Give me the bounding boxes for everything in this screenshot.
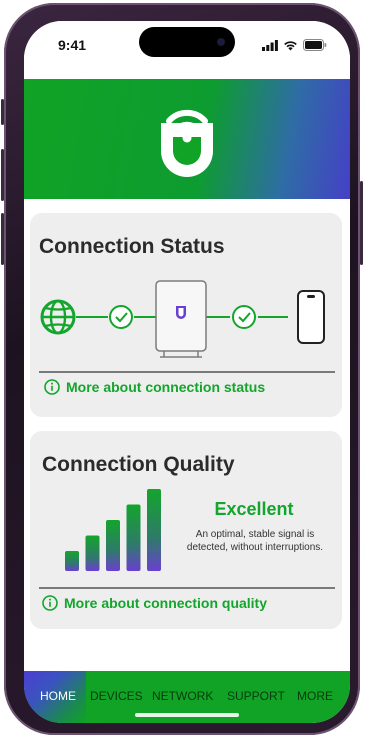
battery-icon <box>303 39 327 51</box>
content-area: Connection Status More about connection … <box>24 199 350 671</box>
status-divider <box>39 371 335 373</box>
info-icon <box>44 379 60 395</box>
router-icon <box>155 280 207 358</box>
cellular-signal-icon <box>262 39 278 51</box>
nav-network[interactable]: NETWORK <box>152 689 213 703</box>
wifi-icon <box>284 40 297 50</box>
phone-icon <box>297 290 325 344</box>
check-icon <box>232 305 256 329</box>
connection-diagram <box>40 280 325 358</box>
globe-icon <box>40 299 76 335</box>
info-icon <box>42 595 58 611</box>
more-connection-status-label: More about connection status <box>66 379 266 395</box>
more-connection-quality-link[interactable]: More about connection quality <box>42 595 267 611</box>
connection-status-title: Connection Status <box>39 235 225 258</box>
connection-quality-card: Connection Quality Excellent An optimal,… <box>30 431 342 629</box>
signal-bar <box>106 520 120 571</box>
camera-icon <box>217 38 225 46</box>
signal-bar <box>85 535 100 571</box>
quality-divider <box>39 587 335 589</box>
status-time: 9:41 <box>58 37 87 53</box>
more-connection-quality-label: More about connection quality <box>64 595 268 611</box>
signal-bar <box>65 551 79 571</box>
signal-strength-bars <box>65 489 161 571</box>
volume-down-button <box>1 213 4 265</box>
status-bar: 9:41 <box>24 21 350 79</box>
nav-home[interactable]: HOME <box>40 689 76 703</box>
more-connection-status-link[interactable]: More about connection status <box>44 379 265 395</box>
nav-more[interactable]: MORE <box>297 689 333 703</box>
mute-switch <box>1 99 4 125</box>
signal-bar <box>147 489 161 571</box>
check-icon <box>109 305 133 329</box>
connection-status-card: Connection Status More about connection … <box>30 213 342 417</box>
phone-frame: 9:41 Connection Status More about connec… <box>1 3 363 735</box>
quality-level: Excellent <box>214 499 294 519</box>
status-icons <box>262 39 327 51</box>
app-logo <box>161 109 213 177</box>
home-indicator <box>135 713 239 717</box>
app-header <box>24 79 350 199</box>
quality-description: An optimal, stable signal is detected, w… <box>186 529 324 553</box>
signal-bar <box>126 504 141 571</box>
nav-devices[interactable]: DEVICES <box>90 689 143 703</box>
volume-up-button <box>1 149 4 201</box>
nav-support[interactable]: SUPPORT <box>227 689 285 703</box>
screen: 9:41 Connection Status More about connec… <box>24 21 350 723</box>
connection-quality-title: Connection Quality <box>42 453 235 476</box>
power-button <box>360 181 363 265</box>
